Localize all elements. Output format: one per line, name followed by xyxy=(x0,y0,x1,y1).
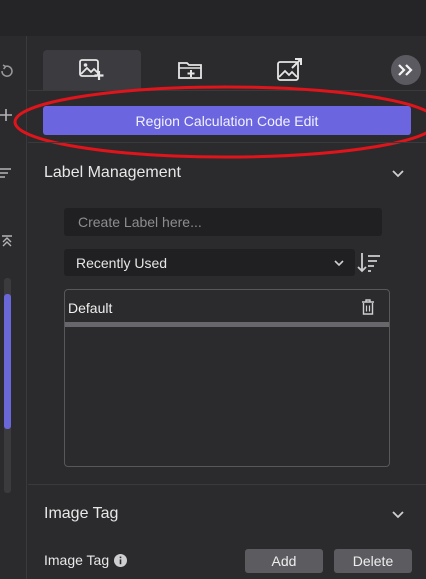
sort-order-icon[interactable] xyxy=(356,250,382,276)
collapse-up-icon[interactable] xyxy=(1,234,15,248)
left-side-strip xyxy=(0,36,27,579)
tab-add-image[interactable] xyxy=(43,50,141,90)
tab-add-folder[interactable] xyxy=(142,50,240,90)
chevron-down-icon xyxy=(334,260,344,267)
toolbar-tabs xyxy=(28,36,426,94)
create-label-input[interactable] xyxy=(64,208,382,236)
expand-panel-button[interactable] xyxy=(391,55,421,85)
section-divider xyxy=(28,142,426,143)
label-list: Default xyxy=(64,289,390,467)
section-divider xyxy=(28,484,426,485)
sort-select[interactable]: Recently Used xyxy=(64,249,355,276)
image-tag-field-label: Image Tag xyxy=(44,552,128,568)
sort-list-icon[interactable] xyxy=(0,166,14,180)
double-chevron-right-icon xyxy=(398,64,413,76)
chevron-down-icon[interactable] xyxy=(390,507,406,523)
export-image-icon xyxy=(277,58,302,81)
label-management-title: Label Management xyxy=(44,164,181,181)
add-image-icon xyxy=(79,59,104,80)
scrollbar-thumb[interactable] xyxy=(4,294,11,429)
tab-divider xyxy=(28,90,426,91)
refresh-icon[interactable] xyxy=(0,64,14,78)
list-item[interactable]: Default xyxy=(65,290,389,327)
delete-tag-button[interactable]: Delete xyxy=(334,549,412,573)
info-icon[interactable] xyxy=(114,553,128,567)
add-tag-button[interactable]: Add xyxy=(245,549,323,573)
label-color-bar xyxy=(65,322,389,327)
trash-icon[interactable] xyxy=(361,299,375,315)
sort-select-value: Recently Used xyxy=(76,254,168,271)
tab-export-image[interactable] xyxy=(241,50,339,90)
image-tag-label-text: Image Tag xyxy=(44,552,110,568)
top-bar xyxy=(0,0,426,36)
right-panel: Region Calculation Code Edit Label Manag… xyxy=(13,36,426,579)
chevron-down-icon[interactable] xyxy=(390,166,406,182)
plus-icon[interactable] xyxy=(0,108,14,122)
label-name: Default xyxy=(68,300,113,316)
region-calculation-code-edit-button[interactable]: Region Calculation Code Edit xyxy=(43,106,411,135)
add-folder-icon xyxy=(178,62,202,79)
image-tag-title: Image Tag xyxy=(44,505,119,522)
